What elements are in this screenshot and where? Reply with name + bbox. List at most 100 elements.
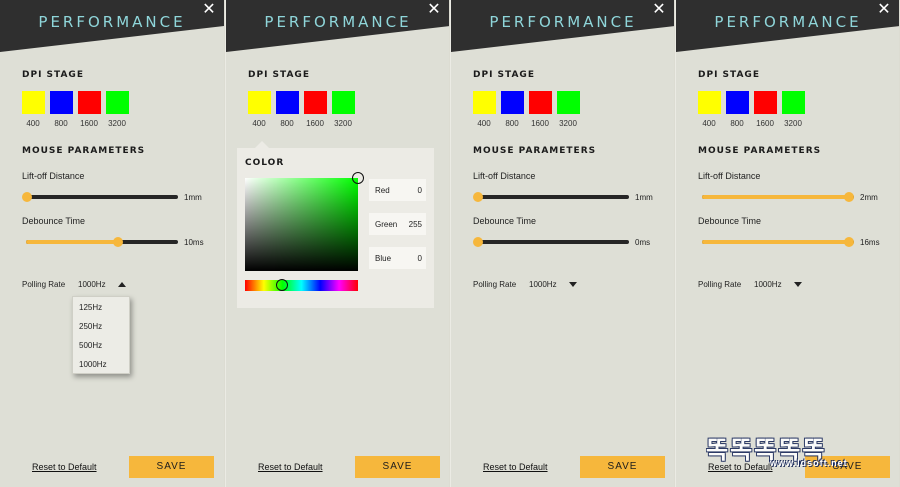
liftoff-label: Lift-off Distance: [22, 171, 85, 181]
polling-option-125[interactable]: 125Hz: [79, 303, 102, 312]
dpi-swatch-800[interactable]: [501, 91, 524, 114]
dpi-stage-heading: DPI STAGE: [698, 70, 760, 80]
dpi-stage-heading: DPI STAGE: [22, 70, 84, 80]
save-button[interactable]: SAVE: [355, 456, 440, 478]
dpi-label-400: 400: [477, 119, 491, 128]
dpi-swatch-800[interactable]: [276, 91, 299, 114]
dpi-swatch-400[interactable]: [22, 91, 45, 114]
dpi-swatch-3200[interactable]: [557, 91, 580, 114]
dpi-swatch-1600[interactable]: [754, 91, 777, 114]
reset-to-default-link[interactable]: Reset to Default: [258, 462, 323, 472]
color-picker-title: COLOR: [245, 158, 285, 168]
close-icon[interactable]: ✕: [202, 1, 216, 17]
liftoff-slider[interactable]: [22, 192, 178, 202]
dpi-label-800: 800: [280, 119, 294, 128]
blue-input[interactable]: Blue 0: [369, 247, 426, 269]
slider-thumb[interactable]: [844, 192, 854, 202]
color-handle[interactable]: [352, 172, 364, 184]
hue-slider[interactable]: [245, 279, 358, 291]
reset-to-default-link[interactable]: Reset to Default: [483, 462, 548, 472]
dpi-swatch-400[interactable]: [473, 91, 496, 114]
dpi-swatch-3200[interactable]: [332, 91, 355, 114]
caret-down-icon[interactable]: [794, 282, 802, 287]
liftoff-slider[interactable]: [473, 192, 629, 202]
dpi-label-400: 400: [702, 119, 716, 128]
polling-rate-label: Polling Rate: [473, 280, 517, 289]
panel-title: PERFORMANCE: [714, 13, 862, 31]
liftoff-label: Lift-off Distance: [473, 171, 536, 181]
performance-panels: PERFORMANCE ✕ DPI STAGE 400 800 1600 320…: [0, 0, 900, 487]
dpi-swatch-800[interactable]: [726, 91, 749, 114]
dpi-swatch-1600[interactable]: [78, 91, 101, 114]
dpi-stage-heading: DPI STAGE: [248, 70, 310, 80]
hue-handle[interactable]: [276, 279, 289, 291]
dpi-swatch-3200[interactable]: [782, 91, 805, 114]
dpi-swatch-800[interactable]: [50, 91, 73, 114]
slider-fill: [702, 195, 849, 199]
polling-rate-select[interactable]: 1000Hz: [754, 280, 782, 289]
close-icon[interactable]: ✕: [427, 1, 441, 17]
polling-option-500[interactable]: 500Hz: [79, 341, 102, 350]
polling-option-250[interactable]: 250Hz: [79, 322, 102, 331]
performance-panel-2: PERFORMANCE ✕ DPI STAGE 400 800 1600 320…: [225, 0, 449, 487]
red-value: 0: [417, 186, 422, 195]
debounce-slider[interactable]: [698, 237, 854, 247]
performance-panel-1: PERFORMANCE ✕ DPI STAGE 400 800 1600 320…: [0, 0, 224, 487]
performance-panel-3: PERFORMANCE ✕ DPI STAGE 400 800 1600 320…: [450, 0, 674, 487]
debounce-label: Debounce Time: [22, 216, 86, 226]
reset-to-default-link[interactable]: Reset to Default: [32, 462, 97, 472]
polling-rate-label: Polling Rate: [22, 280, 66, 289]
mouse-parameters-heading: MOUSE PARAMETERS: [473, 146, 597, 156]
polling-option-1000[interactable]: 1000Hz: [79, 360, 107, 369]
dpi-swatch-400[interactable]: [698, 91, 721, 114]
dpi-swatches: 400 800 1600 3200: [22, 91, 222, 131]
dpi-label-800: 800: [505, 119, 519, 128]
dpi-label-400: 400: [252, 119, 266, 128]
slider-thumb[interactable]: [473, 192, 483, 202]
green-label: Green: [375, 220, 398, 229]
slider-thumb[interactable]: [112, 237, 123, 247]
mouse-parameters-heading: MOUSE PARAMETERS: [698, 146, 822, 156]
dpi-label-400: 400: [26, 119, 40, 128]
debounce-value: 10ms: [184, 238, 204, 247]
slider-thumb[interactable]: [473, 237, 483, 247]
slider-fill: [26, 240, 118, 244]
caret-down-icon[interactable]: [569, 282, 577, 287]
polling-rate-select[interactable]: 1000Hz: [78, 280, 106, 289]
slider-track: [477, 240, 629, 244]
dpi-swatch-1600[interactable]: [529, 91, 552, 114]
save-button[interactable]: SAVE: [129, 456, 214, 478]
polling-rate-select[interactable]: 1000Hz: [529, 280, 557, 289]
dpi-swatch-400[interactable]: [248, 91, 271, 114]
dpi-swatch-1600[interactable]: [304, 91, 327, 114]
liftoff-slider[interactable]: [698, 192, 854, 202]
dpi-swatch-3200[interactable]: [106, 91, 129, 114]
dpi-label-1600: 1600: [80, 119, 98, 128]
liftoff-value: 2mm: [860, 193, 878, 202]
debounce-label: Debounce Time: [698, 216, 762, 226]
dpi-label-1600: 1600: [531, 119, 549, 128]
dpi-label-3200: 3200: [108, 119, 126, 128]
dpi-label-800: 800: [730, 119, 744, 128]
slider-thumb[interactable]: [844, 237, 854, 247]
slider-track: [26, 195, 178, 199]
close-icon[interactable]: ✕: [877, 1, 891, 17]
save-button[interactable]: SAVE: [580, 456, 665, 478]
dpi-label-3200: 3200: [334, 119, 352, 128]
red-input[interactable]: Red 0: [369, 179, 426, 201]
caret-up-icon[interactable]: [118, 282, 126, 287]
green-value: 255: [408, 220, 422, 229]
slider-fill: [702, 240, 849, 244]
green-input[interactable]: Green 255: [369, 213, 426, 235]
saturation-brightness-area[interactable]: [245, 172, 364, 271]
debounce-slider[interactable]: [473, 237, 629, 247]
close-icon[interactable]: ✕: [652, 1, 666, 17]
blue-value: 0: [417, 254, 422, 263]
slider-thumb[interactable]: [22, 192, 32, 202]
dpi-swatches: 400 800 1600 3200: [698, 91, 898, 131]
debounce-slider[interactable]: [22, 237, 178, 247]
performance-panel-4: PERFORMANCE ✕ DPI STAGE 400 800 1600 320…: [675, 0, 899, 487]
dpi-label-3200: 3200: [784, 119, 802, 128]
debounce-value: 16ms: [860, 238, 880, 247]
dpi-label-1600: 1600: [756, 119, 774, 128]
